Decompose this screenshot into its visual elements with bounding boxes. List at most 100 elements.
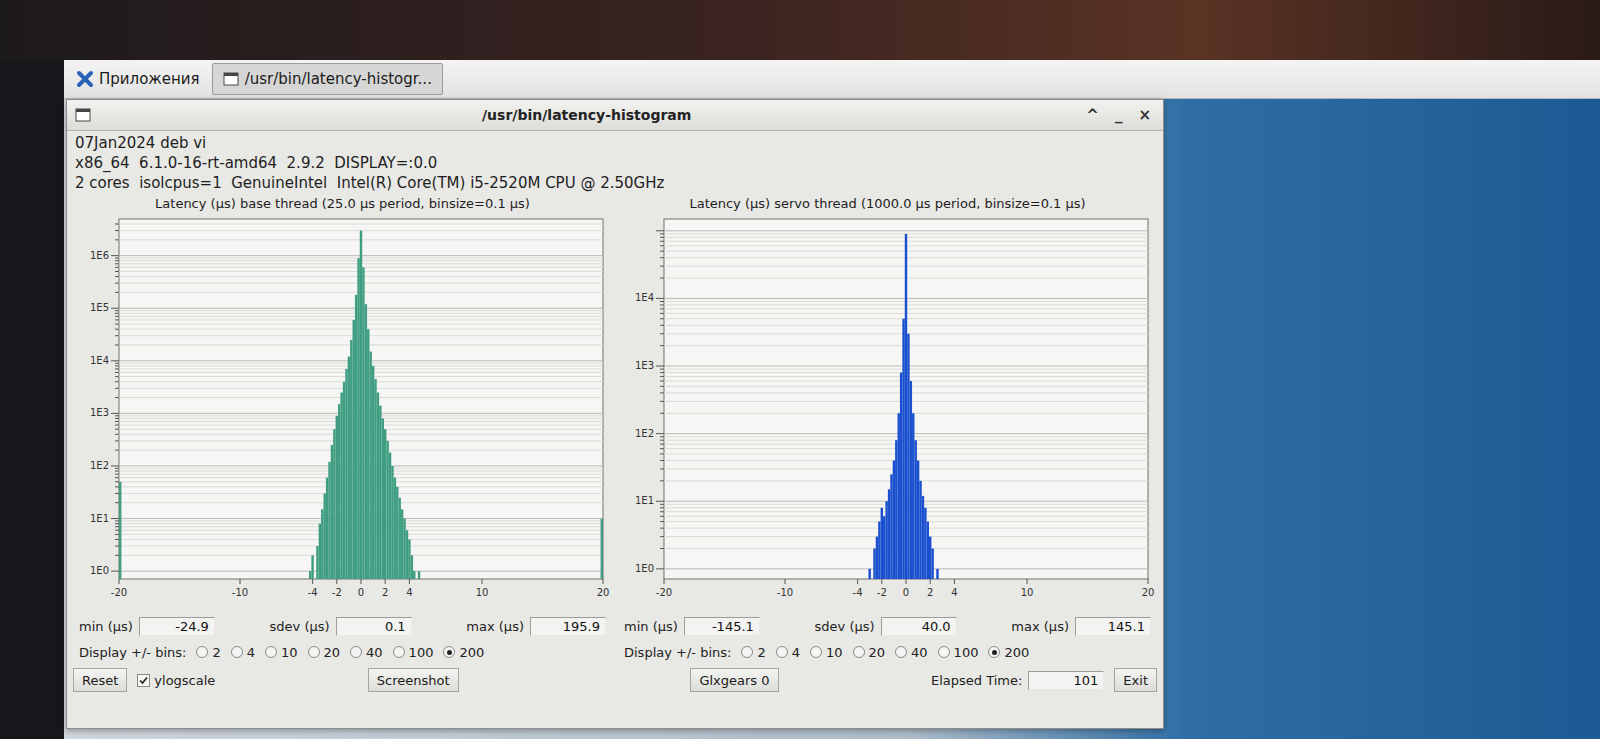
radio-button[interactable]	[776, 646, 788, 658]
window-control[interactable]: _	[1111, 106, 1127, 124]
x-tick-mark	[336, 579, 337, 584]
radio-button[interactable]	[938, 646, 950, 658]
x-tick-label: -2	[877, 587, 887, 598]
histogram-bar	[343, 382, 345, 579]
bins-radio[interactable]: 40	[895, 645, 928, 660]
y-tick-mark	[115, 324, 119, 325]
window-control[interactable]: ×	[1134, 106, 1155, 124]
y-tick-mark	[115, 440, 119, 441]
histogram-bar	[902, 319, 904, 579]
histogram-bar	[411, 555, 413, 579]
checkbox[interactable]	[137, 674, 150, 687]
x-tick-label: 2	[382, 587, 388, 598]
y-tick-mark	[660, 325, 664, 326]
applications-menu[interactable]: Приложения	[70, 68, 206, 90]
chart-title: Latency (µs) base thread (25.0 µs period…	[73, 195, 612, 213]
exit-button[interactable]: Exit	[1114, 668, 1157, 692]
bins-radio[interactable]: 4	[231, 645, 255, 660]
radio-button[interactable]	[810, 646, 822, 658]
y-tick-mark	[111, 360, 119, 361]
glxgears-button[interactable]: Glxgears 0	[690, 668, 778, 692]
bins-radio[interactable]: 200	[988, 645, 1029, 660]
y-tick-mark	[660, 528, 664, 529]
bins-radio[interactable]: 10	[810, 645, 843, 660]
screenshot-button[interactable]: Screenshot	[368, 668, 459, 692]
y-tick-mark	[115, 450, 119, 451]
checkbox-label: ylogscale	[154, 673, 215, 688]
radio-button[interactable]	[265, 646, 277, 658]
histogram-bar	[876, 537, 878, 579]
task-button[interactable]: /usr/bin/latency-histogr...	[212, 63, 443, 95]
bins-radio[interactable]: 4	[776, 645, 800, 660]
y-tick-mark	[660, 548, 664, 549]
radio-button[interactable]	[853, 646, 865, 658]
stat-label: sdev (µs)	[815, 619, 875, 634]
bins-radio[interactable]: 2	[741, 645, 765, 660]
x-tick-mark	[119, 579, 120, 584]
window-icon	[223, 72, 239, 86]
histogram-bar	[379, 406, 381, 579]
histogram-chart: 1E01E11E21E31E4-20-10-4-20241020	[618, 213, 1157, 613]
plot-area	[119, 219, 603, 579]
ylogscale-checkbox[interactable]: ylogscale	[137, 673, 215, 688]
taskbar: Приложения/usr/bin/latency-histogr...	[64, 60, 1600, 99]
y-tick-mark	[115, 381, 119, 382]
histogram-bar	[418, 571, 420, 579]
radio-button[interactable]	[988, 646, 1000, 658]
histogram-bar	[350, 340, 352, 579]
bins-radio[interactable]: 2	[196, 645, 220, 660]
y-tick-mark	[115, 313, 119, 314]
bins-radio[interactable]: 20	[308, 645, 341, 660]
histogram-bar	[883, 516, 885, 579]
y-tick-mark	[115, 425, 119, 426]
histogram-bar	[399, 498, 401, 579]
y-tick-mark	[115, 486, 119, 487]
histogram-bar	[384, 429, 386, 579]
radio-button[interactable]	[393, 646, 405, 658]
histogram-bar	[345, 369, 347, 579]
radio-button[interactable]	[741, 646, 753, 658]
radio-label: 40	[911, 645, 928, 660]
bins-radio[interactable]: 20	[853, 645, 886, 660]
y-tick-mark	[660, 245, 664, 246]
radio-button[interactable]	[443, 646, 455, 658]
histogram-bar	[326, 478, 328, 579]
histogram-bar	[357, 258, 359, 579]
y-tick-mark	[660, 386, 664, 387]
y-tick-mark	[115, 415, 119, 416]
y-tick-mark	[660, 301, 664, 302]
x-tick-label: -4	[853, 587, 863, 598]
y-tick-label: 1E3	[90, 407, 109, 418]
radio-button[interactable]	[196, 646, 208, 658]
bins-radio[interactable]: 10	[265, 645, 298, 660]
radio-button[interactable]	[308, 646, 320, 658]
bottom-row: Reset ylogscale Screenshot Glxgears 0 Elapse…	[67, 665, 1163, 695]
y-tick-mark	[115, 502, 119, 503]
radio-button[interactable]	[350, 646, 362, 658]
y-tick-mark	[115, 418, 119, 419]
histogram-bar	[365, 304, 367, 579]
bins-radio[interactable]: 200	[443, 645, 484, 660]
histogram-bar	[355, 295, 357, 579]
histogram-bar	[377, 392, 379, 579]
window-control[interactable]: ^	[1082, 106, 1103, 124]
reset-button[interactable]: Reset	[73, 668, 127, 692]
y-tick-label: 1E2	[635, 428, 654, 439]
bins-radio[interactable]: 100	[393, 645, 434, 660]
histogram-bar	[394, 478, 396, 579]
x-tick-mark	[881, 579, 882, 584]
bins-radio[interactable]: 40	[350, 645, 383, 660]
stat-label: max (µs)	[1011, 619, 1069, 634]
histogram-bar	[873, 549, 875, 579]
y-tick-mark	[660, 392, 664, 393]
histogram-bar	[922, 496, 924, 579]
y-tick-mark	[115, 344, 119, 345]
radio-button[interactable]	[895, 646, 907, 658]
app-window: /usr/bin/latency-histogram^_×07Jan2024 d…	[66, 99, 1164, 729]
elapsed-group: Elapsed Time:101	[931, 671, 1104, 690]
bins-radio[interactable]: 100	[938, 645, 979, 660]
y-tick-mark	[660, 401, 664, 402]
histogram-bar	[382, 418, 384, 579]
radio-button[interactable]	[231, 646, 243, 658]
histogram-panel: Latency (µs) base thread (25.0 µs period…	[73, 195, 612, 665]
